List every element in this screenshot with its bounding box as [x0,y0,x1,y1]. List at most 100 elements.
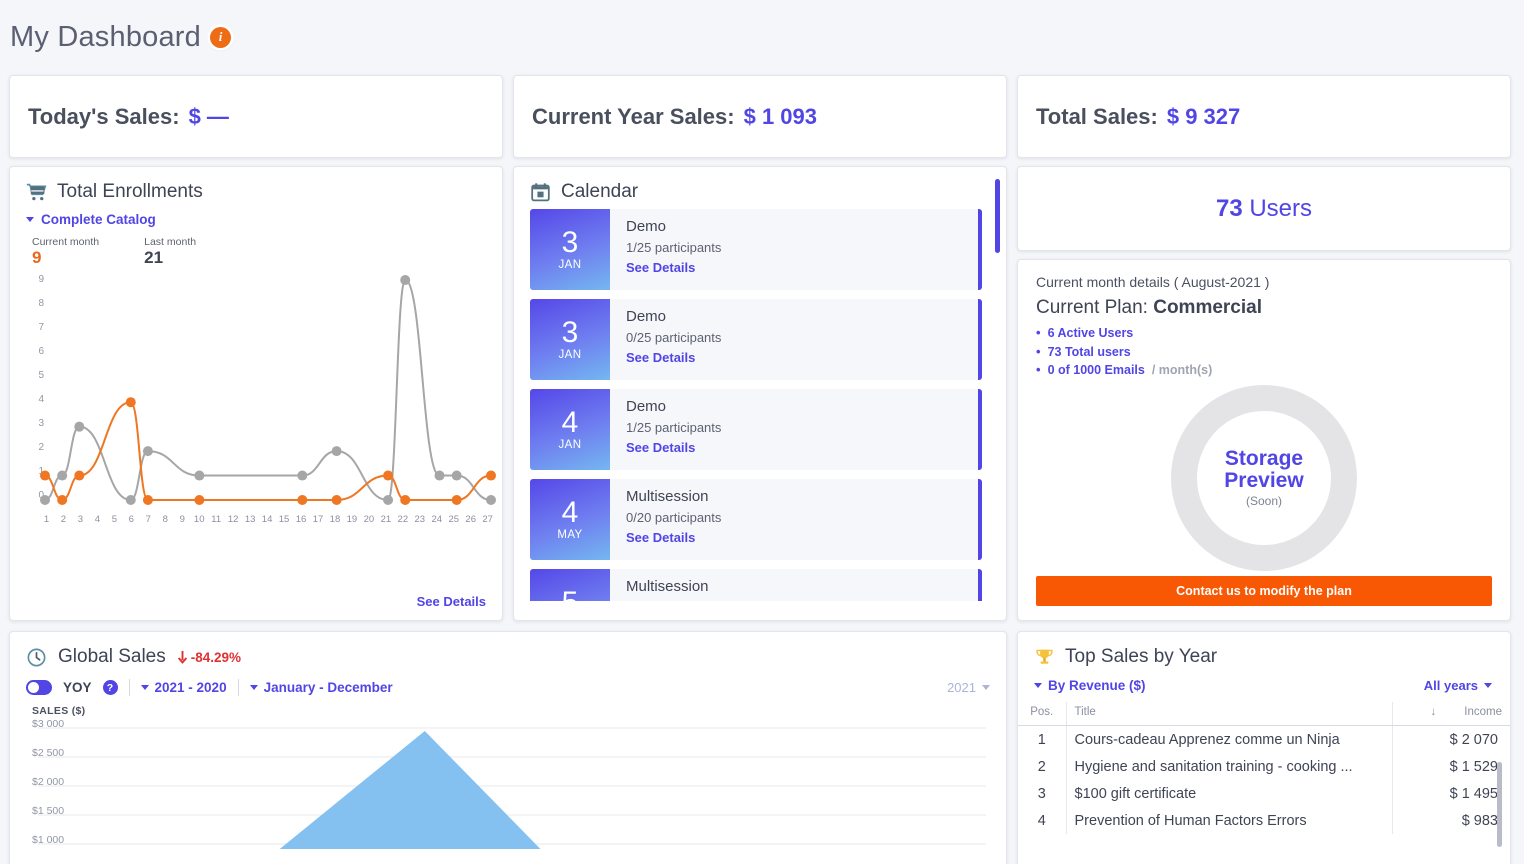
event-month: MAY [557,530,582,542]
donut-ring: Storage Preview (Soon) [1171,385,1357,571]
kpi-card-current-year-sales: Current Year Sales: $ 1 093 [513,75,1007,158]
table-row[interactable]: 3$100 gift certificate$ 1 495 [1018,780,1510,807]
current-month-stat: Current month 9 [32,236,99,268]
plan-bullet-text: 73 Total users [1048,345,1131,359]
info-icon[interactable]: i [210,27,231,48]
event-see-details-link[interactable]: See Details [626,350,721,365]
chart-point[interactable] [297,495,307,505]
global-sales-delta: -84.29% [177,650,241,665]
table-header: Pos. Title ↓Income [1018,702,1510,726]
x-tick: 8 [157,514,174,525]
page-header: My Dashboard i [0,0,1524,62]
column-header-pos[interactable]: Pos. [1018,702,1066,726]
x-tick: 6 [123,514,140,525]
chart-point[interactable] [40,470,50,480]
year-filter-select[interactable]: 2021 [947,680,990,695]
chart-point[interactable] [332,495,342,505]
all-years-select[interactable]: All years [1424,678,1492,693]
help-icon[interactable]: ? [103,680,118,695]
chart-point[interactable] [143,446,153,456]
chart-point[interactable] [297,470,307,480]
catalog-select[interactable]: Complete Catalog [10,203,502,227]
calendar-scrollbar[interactable] [995,179,1000,253]
chart-point[interactable] [452,495,462,505]
chart-point[interactable] [126,495,136,505]
year-range-label: 2021 - 2020 [155,680,227,695]
event-name: Multisession [626,578,709,595]
chart-point[interactable] [400,275,410,285]
users-count-value: 73 [1216,195,1243,222]
x-tick: 7 [140,514,157,525]
x-tick: 17 [310,514,327,525]
event-see-details-link[interactable]: See Details [626,440,721,455]
chart-point[interactable] [74,421,84,431]
clock-icon [26,647,47,668]
sort-descending-icon: ↓ [1431,706,1437,718]
event-see-details-link[interactable]: See Details [626,260,721,275]
calendar-event-item[interactable]: 3JANDemo1/25 participantsSee Details [530,209,982,290]
plan-bullet: 0 of 1000 Emails / month(s) [1036,362,1492,377]
calendar-event-item[interactable]: 3JANDemo0/25 participantsSee Details [530,299,982,380]
event-participants: 1/25 participants [626,240,721,255]
chart-point[interactable] [143,495,153,505]
chart-point[interactable] [194,470,204,480]
cell-title: Cours-cadeau Apprenez comme un Ninja [1066,726,1392,754]
chart-point[interactable] [435,470,445,480]
calendar-event-item[interactable]: 4MAYMultisession0/20 participantsSee Det… [530,479,982,560]
x-tick: 24 [428,514,445,525]
calendar-event-item[interactable]: 5MAYMultisession [530,569,982,601]
chart-point[interactable] [57,495,67,505]
table-row[interactable]: 2Hygiene and sanitation training - cooki… [1018,753,1510,780]
chart-point[interactable] [400,495,410,505]
chart-point[interactable] [74,470,84,480]
arrow-down-icon [177,651,188,664]
cell-title: $100 gift certificate [1066,780,1392,807]
chart-point[interactable] [126,397,136,407]
chart-plot-area [38,723,1000,849]
plan-bullet-suffix: / month(s) [1152,363,1212,377]
divider [129,679,130,696]
global-sales-y-axis-title: SALES ($) [10,696,1006,717]
table-body: 1Cours-cadeau Apprenez comme un Ninja$ 2… [1018,726,1510,835]
plan-bullet: 6 Active Users [1036,325,1492,340]
chart-point[interactable] [383,470,393,480]
enrollments-see-details-link[interactable]: See Details [417,594,486,609]
column-header-income[interactable]: ↓Income [1392,702,1510,726]
contact-us-button[interactable]: Contact us to modify the plan [1036,576,1492,606]
chart-point[interactable] [57,470,67,480]
top-sales-panel: Top Sales by Year By Revenue ($) All yea… [1017,631,1511,864]
table-row[interactable]: 4Prevention of Human Factors Errors$ 983 [1018,807,1510,834]
chart-point[interactable] [332,446,342,456]
chart-point[interactable] [486,495,496,505]
calendar-events-list[interactable]: 3JANDemo1/25 participantsSee Details3JAN… [514,203,1006,601]
table-row[interactable]: 1Cours-cadeau Apprenez comme un Ninja$ 2… [1018,726,1510,754]
chart-point[interactable] [452,470,462,480]
panel-title: Global Sales [58,646,166,668]
month-range-select[interactable]: January - December [250,680,393,695]
event-see-details-link[interactable]: See Details [626,530,721,545]
kpi-label: Total Sales: [1036,104,1158,130]
column-header-title[interactable]: Title [1066,702,1392,726]
chart-line-current-month [45,402,491,500]
event-body: Multisession [610,569,709,601]
chart-point[interactable] [40,495,50,505]
cart-icon [26,182,47,203]
top-sales-scrollbar[interactable] [1497,762,1502,847]
x-tick: 20 [360,514,377,525]
chart-point[interactable] [486,470,496,480]
x-tick: 4 [89,514,106,525]
metric-select[interactable]: By Revenue ($) [1034,678,1146,693]
year-range-select[interactable]: 2021 - 2020 [141,680,227,695]
event-day: 3 [562,318,579,348]
current-plan-name: Commercial [1153,297,1262,318]
yoy-toggle[interactable] [26,680,52,695]
plan-bullet-text: 0 of 1000 Emails [1048,363,1145,377]
chart-point[interactable] [383,495,393,505]
calendar-event-item[interactable]: 4JANDemo1/25 participantsSee Details [530,389,982,470]
chart-point[interactable] [194,495,204,505]
chart-plot-area [38,274,500,514]
donut-label: Storage Preview (Soon) [1224,448,1303,509]
table-header-row: Pos. Title ↓Income [1018,702,1510,726]
event-date-badge: 4MAY [530,479,610,560]
chart-area-series-2021 [280,731,541,849]
